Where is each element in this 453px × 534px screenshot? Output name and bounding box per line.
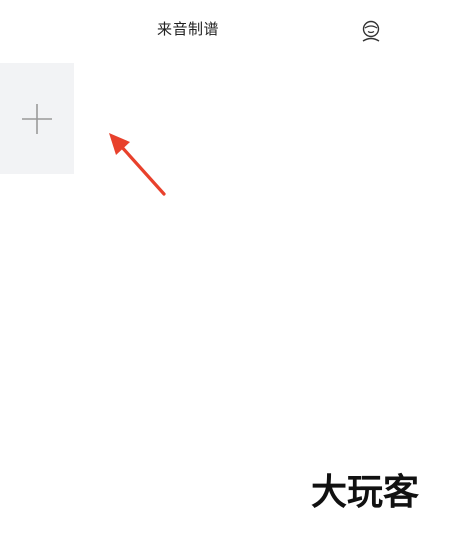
page-title: 来音制谱 — [156, 20, 219, 38]
profile-button[interactable] — [359, 19, 383, 43]
red-arrow-icon — [109, 133, 166, 196]
user-profile-icon — [362, 20, 380, 42]
top-header: 来音制谱 — [0, 0, 453, 62]
watermark-text: 大玩客 — [311, 472, 419, 513]
add-score-tile[interactable] — [0, 63, 74, 174]
plus-icon — [22, 103, 52, 134]
watermark-logo: 大玩客 — [311, 472, 419, 513]
